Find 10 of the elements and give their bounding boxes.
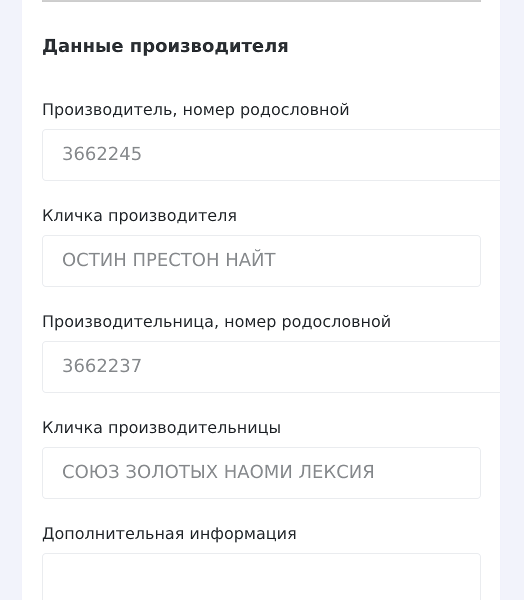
field-label: Производитель, номер родословной (42, 99, 351, 121)
section-title: Данные производителя (42, 35, 290, 59)
field-label: Производительница, номер родословной (42, 311, 392, 333)
field-label: Кличка производительницы (42, 417, 282, 439)
input-field[interactable]: ОСТИН ПРЕСТОН НАЙТ (42, 235, 481, 287)
input-field[interactable]: 3662237 (42, 341, 500, 393)
input-field[interactable]: СОЮЗ ЗОЛОТЫХ НАОМИ ЛЕКСИЯ (42, 447, 481, 499)
input-field[interactable]: 3662245 (42, 129, 500, 181)
field-label: Кличка производителя (42, 205, 238, 227)
field-label: Дополнительная информация (42, 523, 298, 545)
